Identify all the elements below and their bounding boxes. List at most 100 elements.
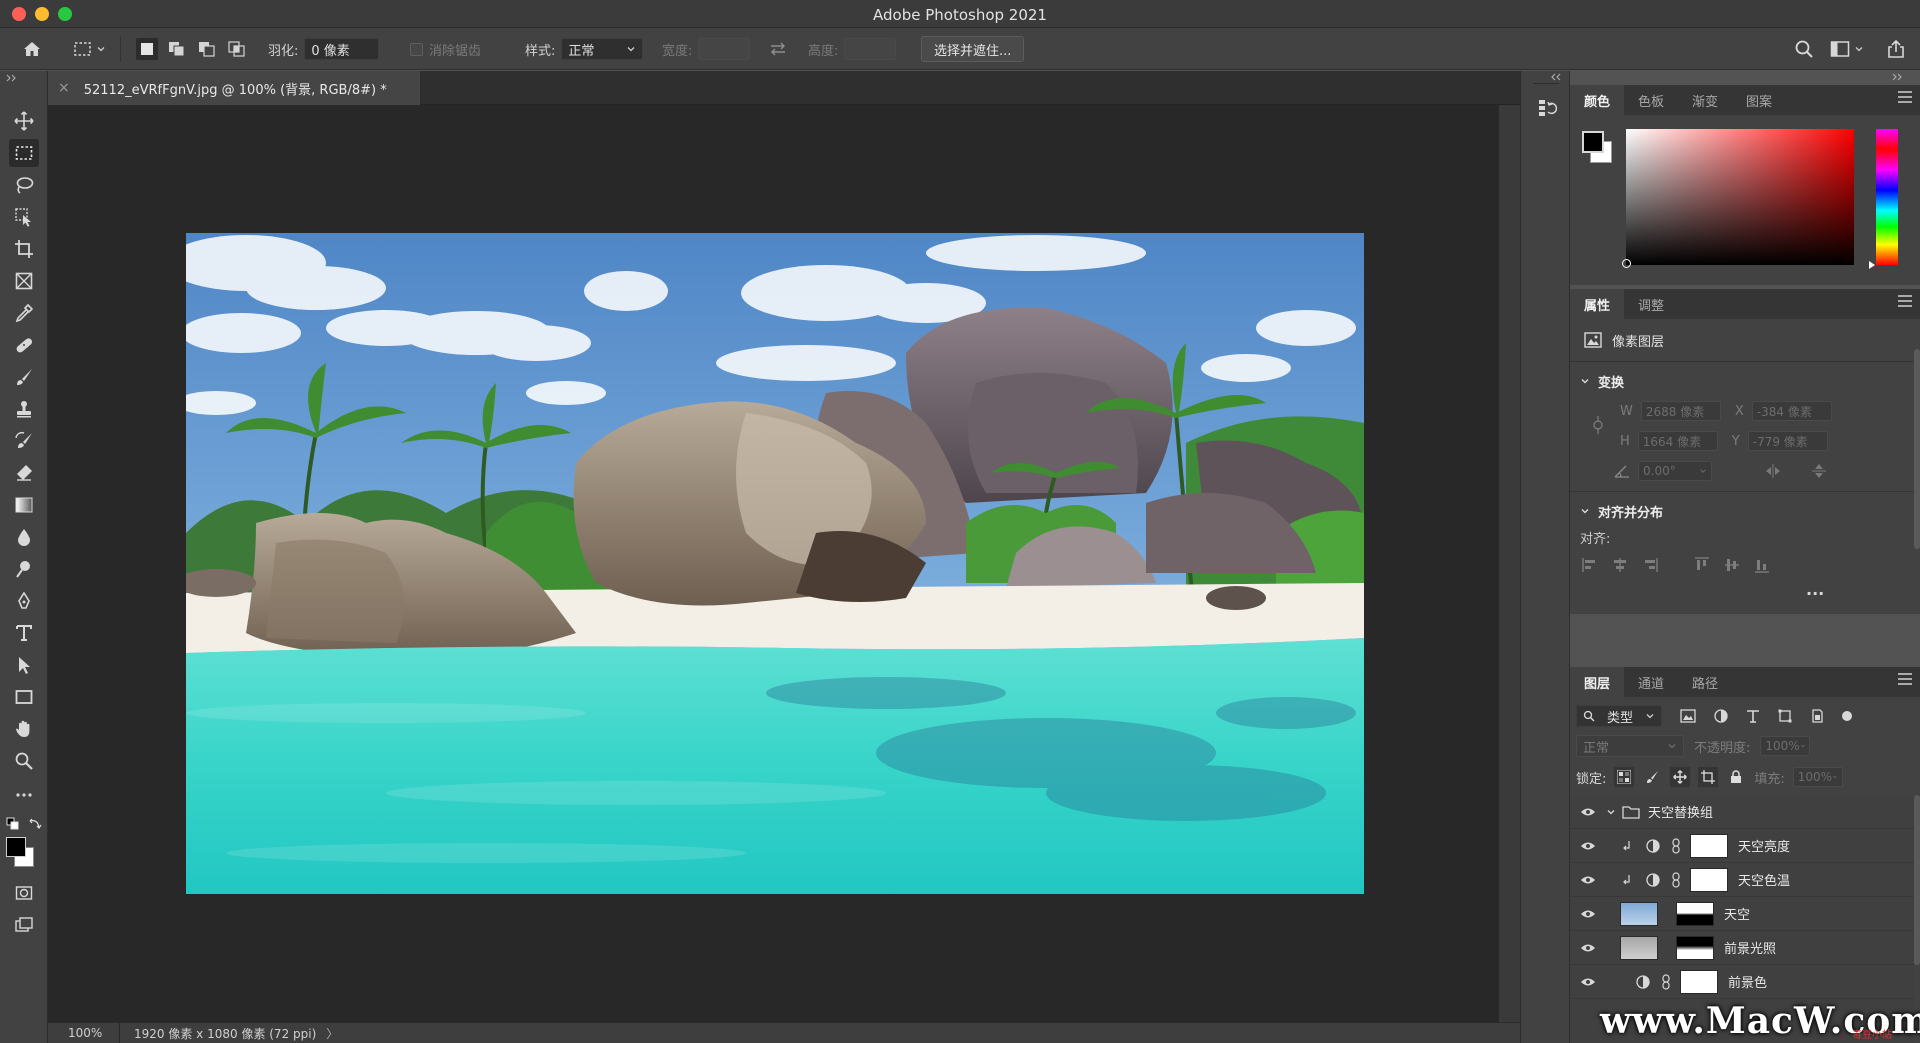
filter-adjustment-icon[interactable] bbox=[1714, 709, 1728, 723]
move-tool[interactable] bbox=[9, 107, 39, 135]
layer-row[interactable]: 天空色温 bbox=[1570, 863, 1914, 897]
rectangle-tool[interactable] bbox=[9, 683, 39, 711]
lock-transparent-pixels-button[interactable] bbox=[1614, 767, 1635, 787]
subtract-selection-button[interactable] bbox=[196, 38, 218, 60]
swap-dimensions-button[interactable] bbox=[768, 28, 788, 70]
width-input[interactable] bbox=[698, 38, 751, 60]
expand-toolbar-icon[interactable] bbox=[6, 74, 20, 82]
link-dimensions-icon[interactable] bbox=[1592, 415, 1604, 435]
height-prop-field[interactable]: 1664 像素 bbox=[1637, 431, 1718, 451]
align-left-icon[interactable] bbox=[1582, 557, 1598, 573]
tab-channels[interactable]: 通道 bbox=[1624, 667, 1678, 697]
layer-mask-thumbnail[interactable] bbox=[1690, 833, 1728, 858]
history-panel-button[interactable] bbox=[1535, 95, 1559, 121]
tab-paths[interactable]: 路径 bbox=[1678, 667, 1732, 697]
beach-photo[interactable] bbox=[186, 233, 1364, 894]
crop-tool[interactable] bbox=[9, 235, 39, 263]
lock-artboard-button[interactable] bbox=[1698, 767, 1719, 787]
color-field[interactable] bbox=[1626, 129, 1854, 265]
select-and-mask-button[interactable]: 选择并遮住... bbox=[921, 36, 1025, 62]
document-tab[interactable]: × 52112_eVRfFgnV.jpg @ 100% (背景, RGB/8#)… bbox=[48, 71, 420, 105]
blend-mode-select[interactable]: 正常 bbox=[1576, 735, 1684, 757]
opacity-field[interactable]: 100% bbox=[1760, 736, 1811, 756]
height-input[interactable] bbox=[844, 38, 897, 60]
layer-row[interactable]: 前景光照 bbox=[1570, 931, 1914, 965]
more-align-options[interactable]: ··· bbox=[1806, 584, 1824, 603]
align-section-header[interactable]: 对齐并分布 bbox=[1580, 501, 1663, 521]
flip-vertical-icon[interactable] bbox=[1812, 462, 1826, 480]
visibility-eye-icon[interactable] bbox=[1578, 909, 1598, 919]
properties-panel-menu-icon[interactable] bbox=[1898, 295, 1912, 309]
eraser-tool[interactable] bbox=[9, 459, 39, 487]
status-info-menu[interactable]: 〉 bbox=[326, 1025, 338, 1042]
tab-swatches[interactable]: 色板 bbox=[1624, 85, 1678, 115]
more-tools-button[interactable] bbox=[9, 781, 39, 809]
canvas-vertical-scrollbar[interactable] bbox=[1498, 105, 1520, 1022]
align-right-icon[interactable] bbox=[1642, 557, 1658, 573]
tab-gradients[interactable]: 渐变 bbox=[1678, 85, 1732, 115]
collapse-panels-icon[interactable] bbox=[1551, 73, 1565, 81]
layers-scrollbar[interactable] bbox=[1914, 795, 1920, 965]
antialias-checkbox[interactable] bbox=[410, 42, 423, 56]
feather-input[interactable]: 0 像素 bbox=[304, 38, 380, 60]
layers-panel-menu-icon[interactable] bbox=[1898, 673, 1912, 687]
home-button[interactable] bbox=[22, 28, 42, 70]
chain-link-icon[interactable] bbox=[1672, 871, 1680, 888]
style-select[interactable]: 正常 bbox=[561, 38, 644, 60]
share-button[interactable] bbox=[1886, 28, 1906, 70]
tab-adjustments[interactable]: 调整 bbox=[1624, 289, 1678, 319]
align-bottom-icon[interactable] bbox=[1754, 557, 1770, 573]
canvas-area[interactable] bbox=[48, 105, 1498, 1022]
visibility-eye-icon[interactable] bbox=[1578, 841, 1598, 851]
angle-field[interactable]: 0.00° bbox=[1638, 461, 1712, 481]
eyedropper-tool[interactable] bbox=[9, 299, 39, 327]
visibility-eye-icon[interactable] bbox=[1578, 977, 1598, 987]
zoom-level[interactable]: 100% bbox=[48, 1022, 120, 1043]
gradient-tool[interactable] bbox=[9, 491, 39, 519]
layer-row[interactable]: 天空亮度 bbox=[1570, 829, 1914, 863]
layer-mask-thumbnail[interactable] bbox=[1680, 969, 1718, 994]
history-brush-tool[interactable] bbox=[9, 427, 39, 455]
layer-row[interactable]: 前景色 bbox=[1570, 965, 1914, 999]
fill-field[interactable]: 100% bbox=[1792, 767, 1843, 787]
layer-mask-thumbnail[interactable] bbox=[1676, 901, 1714, 926]
quick-mask-button[interactable] bbox=[9, 879, 39, 907]
workspace-switcher[interactable] bbox=[1830, 28, 1864, 70]
brush-tool[interactable] bbox=[9, 363, 39, 391]
color-panel-menu-icon[interactable] bbox=[1898, 91, 1912, 105]
visibility-eye-icon[interactable] bbox=[1578, 807, 1598, 817]
layer-mask-thumbnail[interactable] bbox=[1676, 935, 1714, 960]
align-middle-v-icon[interactable] bbox=[1724, 557, 1740, 573]
hand-tool[interactable] bbox=[9, 715, 39, 743]
filter-shape-icon[interactable] bbox=[1778, 709, 1792, 723]
marquee-preset-picker[interactable] bbox=[72, 28, 106, 70]
width-prop-field[interactable]: 2688 像素 bbox=[1640, 401, 1721, 421]
layer-mask-thumbnail[interactable] bbox=[1690, 867, 1728, 892]
hue-slider-handle[interactable] bbox=[1868, 260, 1876, 270]
healing-brush-tool[interactable] bbox=[9, 331, 39, 359]
filter-smart-object-icon[interactable] bbox=[1810, 709, 1824, 723]
blur-tool[interactable] bbox=[9, 523, 39, 551]
lock-image-pixels-button[interactable] bbox=[1642, 767, 1662, 787]
y-prop-field[interactable]: -779 像素 bbox=[1747, 431, 1828, 451]
filter-type-icon[interactable] bbox=[1746, 709, 1760, 723]
align-top-icon[interactable] bbox=[1694, 557, 1710, 573]
color-panel-foreground-swatch[interactable] bbox=[1582, 131, 1604, 153]
intersect-selection-button[interactable] bbox=[226, 38, 248, 60]
layer-filter-select[interactable]: 类型 bbox=[1576, 705, 1662, 727]
lasso-tool[interactable] bbox=[9, 171, 39, 199]
properties-scrollbar[interactable] bbox=[1914, 349, 1920, 549]
swap-colors-icon[interactable] bbox=[28, 817, 42, 831]
type-tool[interactable] bbox=[9, 619, 39, 647]
tab-patterns[interactable]: 图案 bbox=[1732, 85, 1786, 115]
frame-tool[interactable] bbox=[9, 267, 39, 295]
add-selection-button[interactable] bbox=[166, 38, 188, 60]
lock-position-button[interactable] bbox=[1670, 767, 1691, 787]
clone-stamp-tool[interactable] bbox=[9, 395, 39, 423]
search-button[interactable] bbox=[1794, 28, 1814, 70]
zoom-tool[interactable] bbox=[9, 747, 39, 775]
layer-row[interactable]: 天空 bbox=[1570, 897, 1914, 931]
filter-pixel-icon[interactable] bbox=[1680, 709, 1696, 723]
dodge-tool[interactable] bbox=[9, 555, 39, 583]
chain-link-icon[interactable] bbox=[1672, 837, 1680, 854]
